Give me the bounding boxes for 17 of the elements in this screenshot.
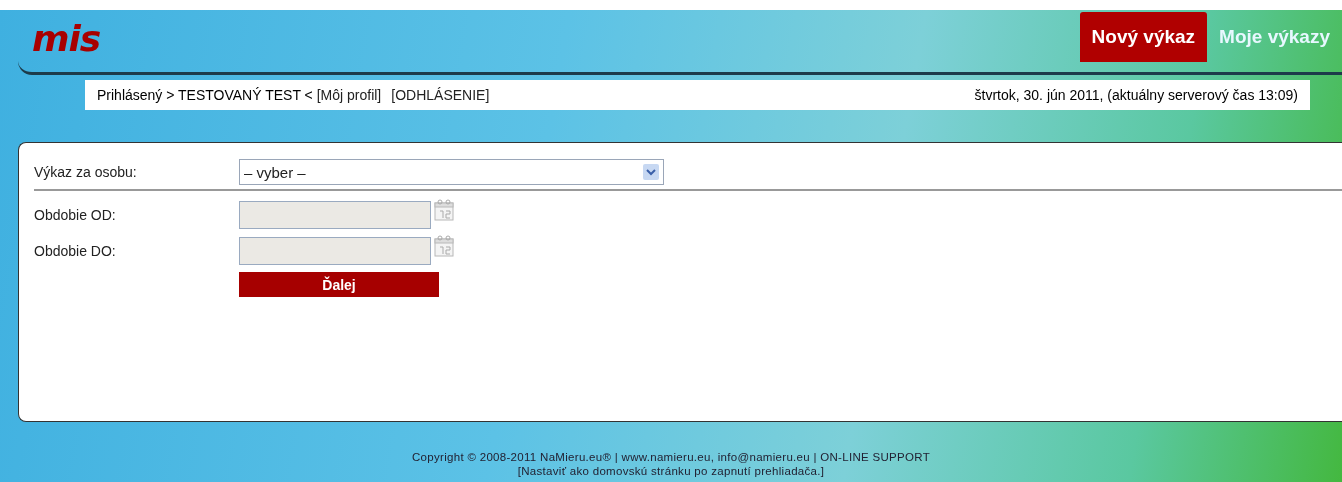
logout-link[interactable]: [ODHLÁSENIE] <box>391 87 490 103</box>
profile-link[interactable]: [Môj profil] <box>316 87 382 103</box>
person-select[interactable]: – vyber – <box>239 159 664 185</box>
next-button[interactable]: Ďalej <box>239 272 439 297</box>
copyright-text: Copyright © 2008-2011 NaMieru.eu® | www.namieru.eu, info@namieru.eu | ON-LINE SUPPORT <box>411 450 931 464</box>
calendar-icon[interactable] <box>433 235 455 257</box>
logo: mis <box>32 18 101 59</box>
field-label: Obdobie DO: <box>34 243 117 259</box>
field-label: Obdobie OD: <box>34 207 117 223</box>
calendar-icon[interactable] <box>433 199 455 221</box>
field-label: Výkaz za osobu: <box>34 164 138 180</box>
date-field[interactable] <box>239 237 431 265</box>
nav-tab[interactable]: Nový výkaz <box>1079 12 1208 62</box>
date-field[interactable] <box>239 201 431 229</box>
homepage-link[interactable]: [Nastaviť ako domovskú stránku po zapnutí prehliadača.] <box>0 464 1342 478</box>
date-time: štvrtok, 30. jún 2011, (aktuálny serverový čas 13:09) <box>974 87 1298 103</box>
login-status: Prihlásený > TESTOVANÝ TEST < <box>97 87 314 103</box>
